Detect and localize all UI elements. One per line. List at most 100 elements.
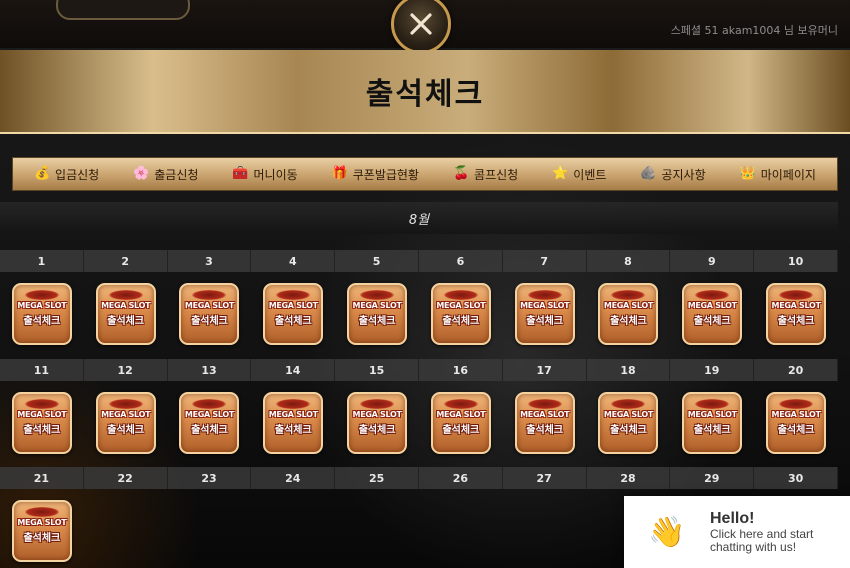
day-number: 3: [167, 250, 252, 272]
attendance-stamp[interactable]: MEGA SLOT 출석체크: [430, 392, 491, 454]
nav-item-2[interactable]: 🧰 머니이동: [232, 166, 297, 183]
chat-widget[interactable]: 👋 Hello! Click here and start chatting w…: [624, 496, 850, 568]
day-number: 29: [670, 467, 755, 489]
withdraw-icon: 🌸: [133, 166, 150, 181]
attendance-stamp[interactable]: MEGA SLOT 출석체크: [11, 392, 72, 454]
stamp-brand: MEGA SLOT: [520, 410, 570, 419]
deposit-bag-icon: 💰: [33, 166, 51, 181]
stamp-cell: MEGA SLOT 출석체크: [0, 389, 84, 457]
nav-item-label: 출금신청: [154, 167, 199, 182]
waving-hand-icon: 👋: [648, 514, 686, 550]
header-button[interactable]: [56, 0, 190, 20]
chat-subtext: Click here and start chatting with us!: [710, 527, 814, 554]
stamp-brand: MEGA SLOT: [771, 410, 821, 419]
stamp-brand: MEGA SLOT: [603, 410, 654, 419]
stamp-brand: MEGA SLOT: [184, 410, 235, 419]
attendance-stamp[interactable]: MEGA SLOT 출석체크: [11, 500, 72, 562]
stamp-label: 출석체크: [693, 316, 731, 327]
attendance-stamp[interactable]: MEGA SLOT 출석체크: [514, 392, 575, 454]
close-icon: [410, 13, 432, 35]
stamp-label: 출석체크: [274, 425, 312, 436]
stamp-logo-icon: [108, 290, 143, 300]
attendance-stamp[interactable]: MEGA SLOT 출석체크: [263, 392, 324, 454]
stamp-brand: MEGA SLOT: [17, 518, 67, 527]
stamp-logo-icon: [695, 290, 730, 300]
day-number: 25: [335, 467, 419, 489]
stamp-logo-icon: [443, 399, 478, 409]
notice-icon: 🪨: [640, 166, 657, 181]
attendance-stamp[interactable]: MEGA SLOT 출석체크: [347, 392, 408, 454]
nav-item-5[interactable]: ⭐ 이벤트: [552, 166, 606, 183]
attendance-stamp[interactable]: MEGA SLOT 출석체크: [514, 283, 575, 345]
mypage-icon: 👑: [739, 166, 756, 181]
stamp-label: 출석체크: [610, 425, 647, 436]
nav-item-6[interactable]: 🪨 공지사항: [640, 166, 705, 183]
day-number: 18: [586, 359, 671, 381]
stamp-logo-icon: [527, 290, 562, 300]
attendance-stamp[interactable]: MEGA SLOT 출석체크: [179, 283, 240, 345]
stamp-logo-icon: [611, 399, 646, 409]
stamp-cell: [335, 497, 419, 565]
attendance-stamp[interactable]: MEGA SLOT 출석체크: [430, 283, 491, 345]
stamp-brand: MEGA SLOT: [771, 301, 821, 310]
stamp-brand: MEGA SLOT: [268, 410, 318, 419]
nav-item-label: 이벤트: [573, 167, 607, 182]
attendance-stamp[interactable]: MEGA SLOT 출석체크: [95, 392, 156, 454]
attendance-stamp[interactable]: MEGA SLOT 출석체크: [347, 283, 408, 345]
nav-item-3[interactable]: 🎁 쿠폰발급현황: [332, 166, 419, 183]
stamp-cell: MEGA SLOT 출석체크: [251, 389, 335, 457]
attendance-stamp[interactable]: MEGA SLOT 출석체크: [263, 283, 324, 345]
attendance-stamp[interactable]: MEGA SLOT 출석체크: [598, 392, 659, 454]
stamp-label: 출석체크: [23, 425, 61, 436]
nav-item-7[interactable]: 👑 마이페이지: [740, 166, 816, 183]
attendance-stamp[interactable]: MEGA SLOT 출석체크: [682, 392, 743, 454]
stamp-label: 출석체크: [442, 316, 480, 327]
stamp-logo-icon: [276, 290, 311, 300]
day-number: 22: [83, 467, 168, 489]
chat-hello: Hello!: [710, 510, 755, 527]
stamp-label: 출석체크: [526, 425, 564, 436]
stamp-logo-icon: [108, 399, 143, 409]
stamp-cell: MEGA SLOT 출석체크: [168, 280, 252, 348]
nav-item-0[interactable]: 💰 입금신청: [34, 166, 99, 183]
stamp-row: MEGA SLOT 출석체크 MEGA SLOT 출석체크 MEGA SLOT 출석체크 M…: [0, 280, 838, 348]
stamp-label: 출석체크: [107, 316, 145, 327]
stamp-logo-icon: [611, 290, 646, 300]
stamp-cell: MEGA SLOT 출석체크: [168, 389, 252, 457]
nav-item-label: 공지사항: [661, 167, 706, 182]
nav-item-1[interactable]: 🌸 출금신청: [133, 166, 198, 183]
stamp-brand: MEGA SLOT: [352, 410, 402, 419]
stamp-label: 출석체크: [191, 316, 228, 327]
stamp-label: 출석체크: [191, 425, 228, 436]
day-number: 8: [586, 250, 671, 272]
stamp-label: 출석체크: [777, 316, 815, 327]
attendance-stamp[interactable]: MEGA SLOT 출석체크: [11, 283, 72, 345]
attendance-stamp[interactable]: MEGA SLOT 출석체크: [598, 283, 659, 345]
nav-item-4[interactable]: 🍒 콤프신청: [453, 166, 518, 183]
attendance-stamp[interactable]: MEGA SLOT 출석체크: [766, 283, 827, 345]
stamp-logo-icon: [360, 399, 395, 409]
stamp-cell: [168, 497, 252, 565]
attendance-stamp[interactable]: MEGA SLOT 출석체크: [179, 392, 240, 454]
stamp-label: 출석체크: [610, 316, 647, 327]
day-number: 19: [670, 359, 755, 381]
day-number: 10: [754, 250, 838, 272]
month-label: 8월: [0, 202, 838, 234]
stamp-brand: MEGA SLOT: [520, 301, 570, 310]
day-number: 9: [670, 250, 755, 272]
stamp-cell: [503, 497, 587, 565]
stamp-cell: MEGA SLOT 출석체크: [754, 389, 838, 457]
stamp-logo-icon: [360, 290, 395, 300]
stamp-brand: MEGA SLOT: [17, 410, 67, 419]
attendance-stamp[interactable]: MEGA SLOT 출석체크: [95, 283, 156, 345]
stamp-logo-icon: [779, 290, 814, 300]
day-number: 28: [586, 467, 671, 489]
attendance-stamp[interactable]: MEGA SLOT 출석체크: [766, 392, 827, 454]
stamp-label: 출석체크: [23, 316, 61, 327]
stamp-brand: MEGA SLOT: [101, 301, 151, 310]
stamp-label: 출석체크: [107, 425, 145, 436]
stamp-cell: [84, 497, 168, 565]
attendance-stamp[interactable]: MEGA SLOT 출석체크: [682, 283, 743, 345]
stamp-cell: MEGA SLOT 출석체크: [419, 389, 503, 457]
day-number: 14: [251, 359, 336, 381]
